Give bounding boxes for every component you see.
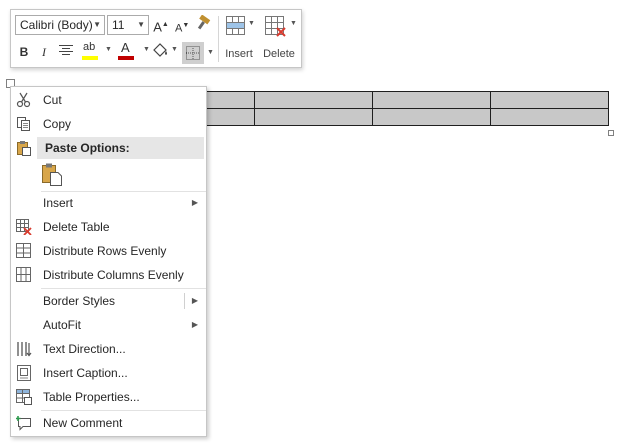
font-name-value: Calibri (Body) — [20, 18, 93, 32]
menu-item-delete-table[interactable]: Delete Table — [11, 215, 206, 239]
chevron-down-icon[interactable]: ▼ — [171, 40, 178, 60]
menu-item-label: Insert — [43, 196, 74, 210]
context-menu: Cut Copy Paste Options: Insert ▶ Delete … — [10, 86, 207, 437]
menu-item-label: Cut — [43, 93, 62, 107]
chevron-down-icon[interactable]: ▼ — [248, 20, 255, 27]
copy-icon — [17, 117, 30, 131]
align-center-icon — [59, 45, 73, 55]
center-align-button[interactable] — [57, 42, 75, 62]
delete-table-icon — [16, 219, 32, 235]
delete-table-button[interactable]: ▼ Delete — [259, 14, 299, 64]
paste-icon — [17, 141, 31, 156]
menu-item-label: AutoFit — [43, 318, 82, 332]
menu-item-label: New Comment — [43, 416, 123, 430]
insert-table-button[interactable]: ▼ Insert — [221, 14, 257, 64]
table-cell[interactable] — [372, 108, 491, 126]
insert-label: Insert — [225, 48, 253, 60]
new-comment-icon — [16, 416, 31, 431]
font-color-button[interactable]: A ▼ — [117, 40, 151, 60]
font-size-combo[interactable]: 11 ▼ — [107, 15, 149, 35]
submenu-arrow-icon: ▶ — [191, 198, 198, 207]
menu-item-insert-caption[interactable]: Insert Caption... — [11, 361, 206, 385]
insert-rows-icon — [226, 16, 245, 35]
italic-button[interactable]: I — [37, 42, 51, 62]
submenu-arrow-icon: ▶ — [191, 320, 198, 329]
font-name-combo[interactable]: Calibri (Body) ▼ — [15, 15, 105, 35]
borders-button[interactable]: ▼ — [182, 42, 216, 64]
chevron-down-icon[interactable]: ▼ — [207, 43, 214, 63]
menu-item-label: Border Styles — [43, 294, 116, 308]
paste-keep-text-button[interactable] — [41, 162, 65, 188]
text-direction-icon — [17, 342, 32, 357]
table-cell — [609, 109, 610, 126]
chevron-down-icon[interactable]: ▼ — [290, 20, 297, 27]
menu-item-distribute-columns[interactable]: Distribute Columns Evenly — [11, 263, 206, 287]
highlight-icon: ab — [83, 41, 96, 53]
menu-item-label: Paste Options: — [45, 141, 130, 155]
document-table[interactable] — [136, 91, 610, 126]
grow-font-icon: A — [153, 19, 162, 35]
table-row — [136, 91, 610, 109]
delete-label: Delete — [263, 48, 295, 60]
distribute-columns-icon — [16, 267, 31, 282]
menu-item-label: Table Properties... — [43, 390, 140, 404]
chevron-down-icon[interactable]: ▼ — [93, 16, 101, 34]
menu-item-label: Delete Table — [43, 220, 110, 234]
menu-item-insert[interactable]: Insert ▶ — [11, 191, 206, 215]
shading-button[interactable]: ▼ — [151, 40, 181, 60]
table-cell[interactable] — [490, 91, 609, 109]
table-cell[interactable] — [254, 91, 373, 109]
table-cell[interactable] — [372, 91, 491, 109]
menu-item-distribute-rows[interactable]: Distribute Rows Evenly — [11, 239, 206, 263]
menu-item-copy[interactable]: Copy — [11, 112, 206, 136]
format-painter-icon — [197, 14, 211, 30]
delete-table-icon — [265, 16, 286, 37]
submenu-arrow-icon[interactable]: ▶ — [192, 289, 198, 313]
chevron-down-icon[interactable]: ▼ — [105, 40, 112, 60]
menu-item-text-direction[interactable]: Text Direction... — [11, 337, 206, 361]
menu-item-cut[interactable]: Cut — [11, 88, 206, 112]
font-size-value: 11 — [112, 18, 125, 32]
chevron-down-icon[interactable]: ▼ — [143, 40, 150, 60]
font-color-icon: A — [121, 40, 130, 55]
menu-item-label: Text Direction... — [43, 342, 126, 356]
insert-caption-icon — [17, 365, 31, 381]
shading-bucket-icon — [153, 43, 167, 57]
mini-toolbar: Calibri (Body) ▼ 11 ▼ A▲ A▼ B I ab ▼ A ▼… — [10, 9, 302, 68]
table-resize-handle[interactable] — [608, 130, 614, 136]
menu-item-new-comment[interactable]: New Comment — [11, 411, 206, 435]
shrink-font-button[interactable]: A▼ — [175, 16, 189, 36]
paste-options-header: Paste Options: — [37, 137, 204, 159]
table-row — [136, 108, 610, 126]
font-color-swatch — [118, 56, 134, 60]
scissors-icon — [16, 92, 31, 108]
menu-item-label: Distribute Columns Evenly — [43, 268, 184, 282]
bold-icon: B — [19, 45, 29, 59]
italic-icon: I — [42, 45, 46, 59]
toolbar-divider — [218, 16, 219, 62]
menu-item-label: Distribute Rows Evenly — [43, 244, 167, 258]
table-cell[interactable] — [254, 108, 373, 126]
distribute-rows-icon — [16, 243, 31, 258]
borders-icon — [186, 46, 200, 60]
menu-item-label: Insert Caption... — [43, 366, 128, 380]
table-cell — [609, 92, 610, 109]
menu-item-autofit[interactable]: AutoFit ▶ — [11, 313, 206, 337]
chevron-down-icon[interactable]: ▼ — [137, 16, 145, 34]
menu-item-label: Copy — [43, 117, 72, 131]
paste-clipboard-icon — [42, 163, 62, 186]
grow-font-button[interactable]: A▲ — [153, 15, 169, 35]
format-painter-button[interactable] — [195, 14, 213, 35]
menu-item-table-properties[interactable]: Table Properties... — [11, 385, 206, 409]
bold-button[interactable]: B — [16, 42, 32, 62]
highlight-color-swatch — [82, 56, 98, 60]
highlight-button[interactable]: ab ▼ — [81, 40, 115, 60]
table-cell[interactable] — [490, 108, 609, 126]
split-divider — [184, 293, 185, 309]
menu-item-border-styles[interactable]: Border Styles ▶ — [11, 289, 206, 313]
table-properties-icon — [16, 389, 32, 405]
